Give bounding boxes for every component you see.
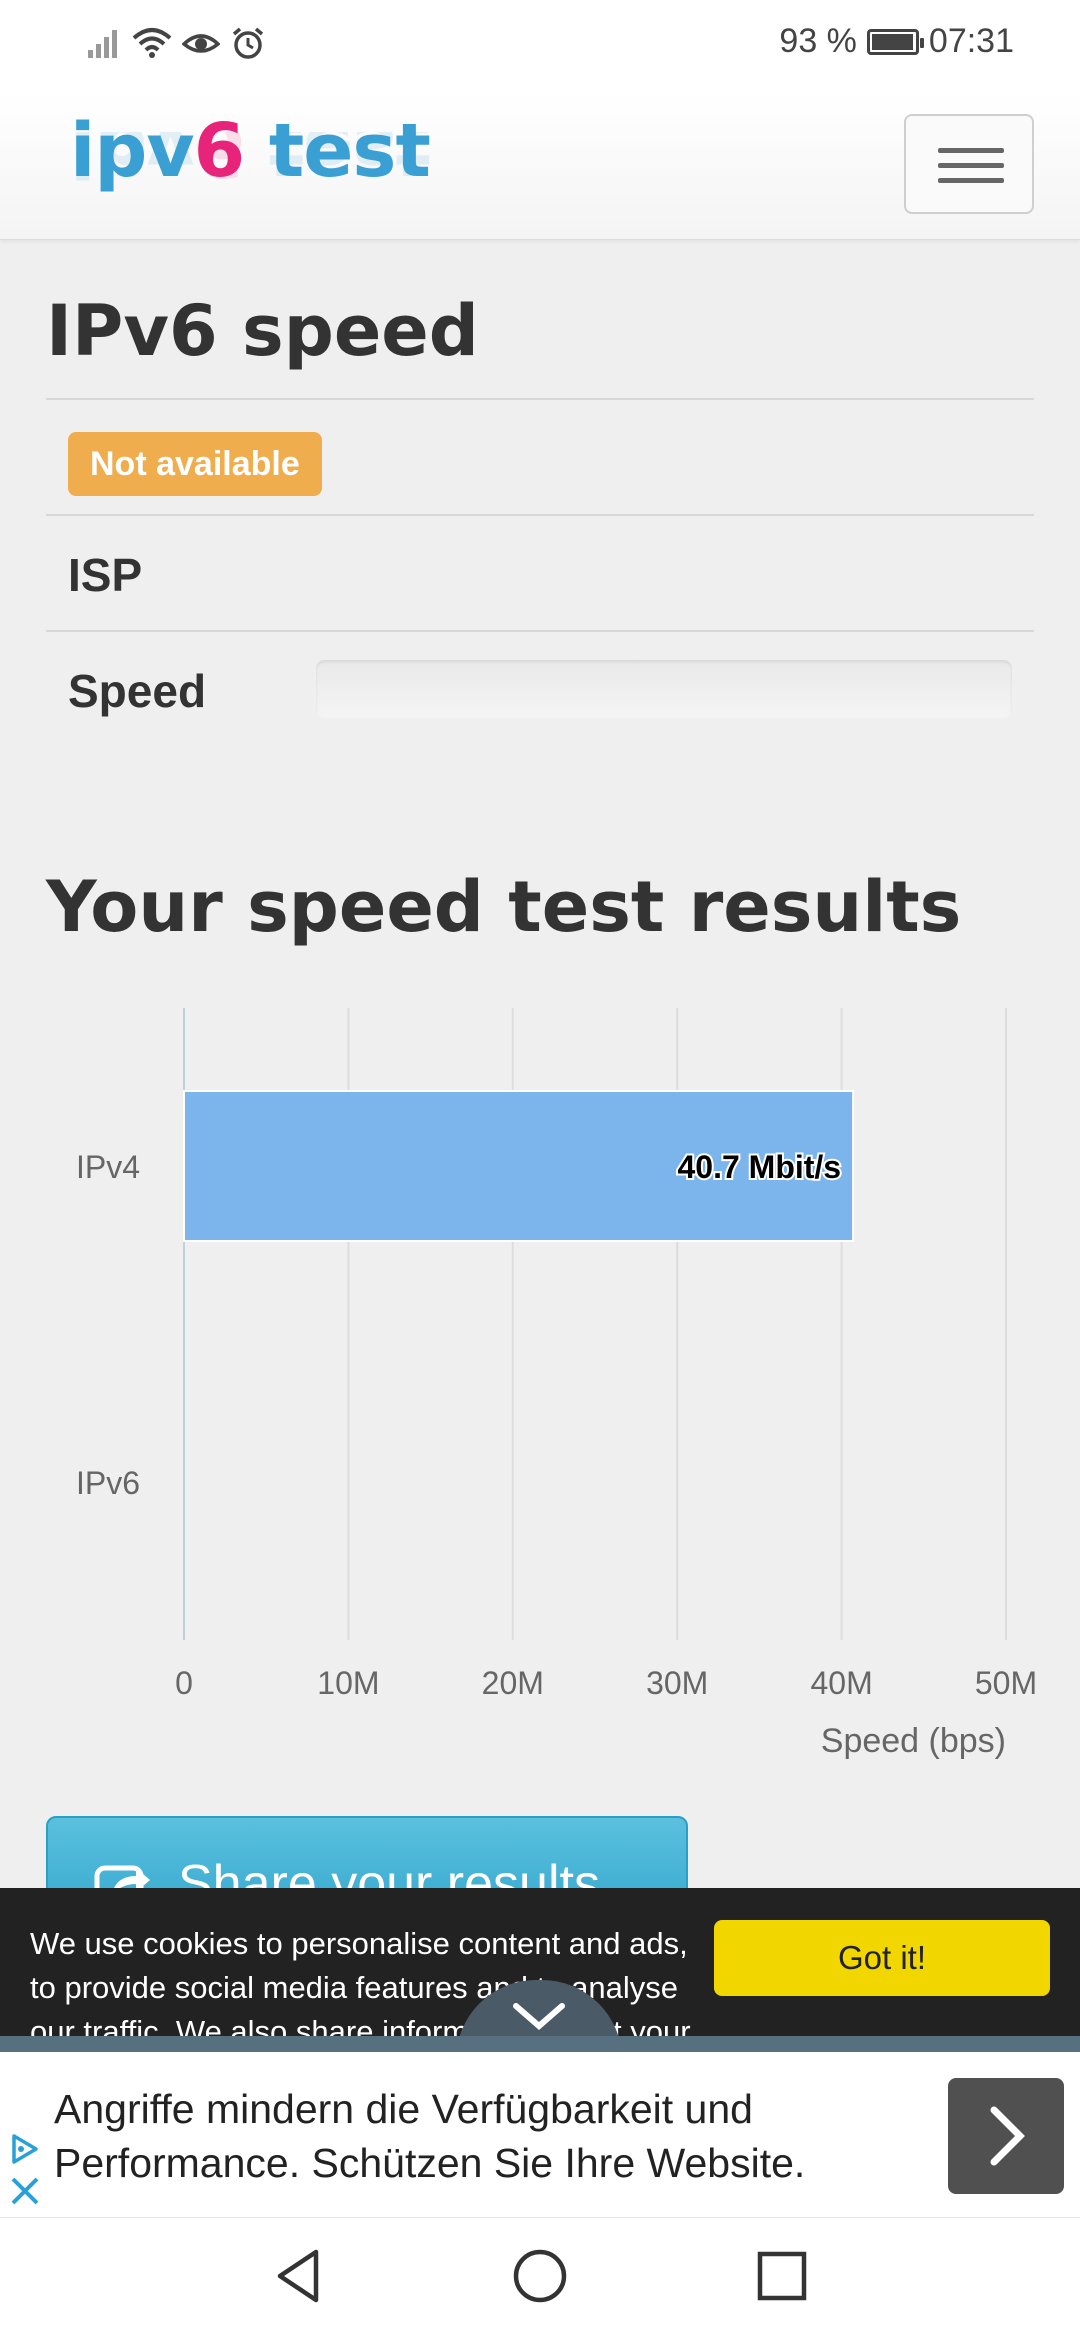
ad-top-strip bbox=[0, 2036, 1080, 2052]
category-label: IPv4 bbox=[76, 1149, 140, 1185]
divider bbox=[46, 630, 1034, 632]
status-icons-right: 93 % 07:31 bbox=[779, 22, 1014, 61]
x-tick-label: 0 bbox=[175, 1665, 193, 1701]
battery-percent: 93 % bbox=[779, 22, 857, 60]
isp-label: ISP bbox=[68, 549, 143, 601]
system-navigation-bar bbox=[0, 2218, 1080, 2340]
ipv6-speed-progress bbox=[316, 660, 1012, 718]
adchoices-icon[interactable] bbox=[8, 2132, 42, 2166]
category-label: IPv6 bbox=[76, 1465, 140, 1501]
clock: 07:31 bbox=[928, 22, 1014, 60]
status-bar: 93 % 07:31 bbox=[0, 0, 1080, 92]
speed-label: Speed bbox=[68, 665, 207, 717]
x-tick-label: 20M bbox=[482, 1665, 544, 1701]
data-label: 40.7 Mbit/s bbox=[677, 1149, 841, 1185]
battery-icon bbox=[866, 28, 924, 55]
speed-chart: 0 10M 20M 30M 40M 50M Speed (bps) IPv4 40.7 Mbit… bbox=[76, 1008, 1037, 1760]
status-badge: Not available bbox=[68, 432, 322, 496]
hamburger-icon bbox=[938, 148, 1004, 153]
x-tick-label: 40M bbox=[810, 1665, 872, 1701]
recents-icon[interactable] bbox=[754, 2246, 810, 2306]
x-axis-title: Speed (bps) bbox=[821, 1722, 1006, 1760]
x-tick-label: 50M bbox=[975, 1665, 1037, 1701]
results-heading: Your speed test results bbox=[46, 866, 962, 948]
ad-text[interactable]: Angriffe mindern die Verfügbarkeit und P… bbox=[54, 2082, 805, 2190]
eye-comfort-icon bbox=[182, 34, 220, 53]
status-icons-left bbox=[86, 26, 266, 60]
home-icon[interactable] bbox=[510, 2246, 570, 2306]
site-header: ipv6 test ipv6 test bbox=[0, 92, 1080, 240]
ad-text-line-2: Performance. Schützen Sie Ihre Website. bbox=[54, 2140, 806, 2186]
x-tick-label: 10M bbox=[317, 1665, 379, 1701]
menu-button[interactable] bbox=[904, 114, 1034, 214]
x-tick-label: 30M bbox=[646, 1665, 708, 1701]
close-icon[interactable] bbox=[8, 2174, 42, 2208]
ad-text-line-1: Angriffe mindern die Verfügbarkeit und bbox=[54, 2086, 753, 2132]
battery-fill bbox=[871, 33, 913, 50]
ad-open-button[interactable] bbox=[948, 2078, 1064, 2194]
chevron-right-icon bbox=[990, 2106, 1025, 2166]
back-icon[interactable] bbox=[272, 2246, 328, 2306]
divider bbox=[46, 514, 1034, 516]
wifi-icon bbox=[132, 28, 172, 58]
divider bbox=[46, 398, 1034, 400]
signal-icon bbox=[88, 30, 117, 58]
ipv6-speed-heading: IPv6 speed bbox=[46, 290, 479, 372]
alarm-icon bbox=[232, 27, 264, 59]
got-it-button[interactable]: Got it! bbox=[714, 1920, 1050, 1996]
ad-choices[interactable] bbox=[8, 2132, 42, 2208]
logo-reflection: ipv6 test bbox=[70, 132, 430, 186]
ad-banner[interactable]: Angriffe mindern die Verfügbarkeit und P… bbox=[0, 2052, 1080, 2218]
